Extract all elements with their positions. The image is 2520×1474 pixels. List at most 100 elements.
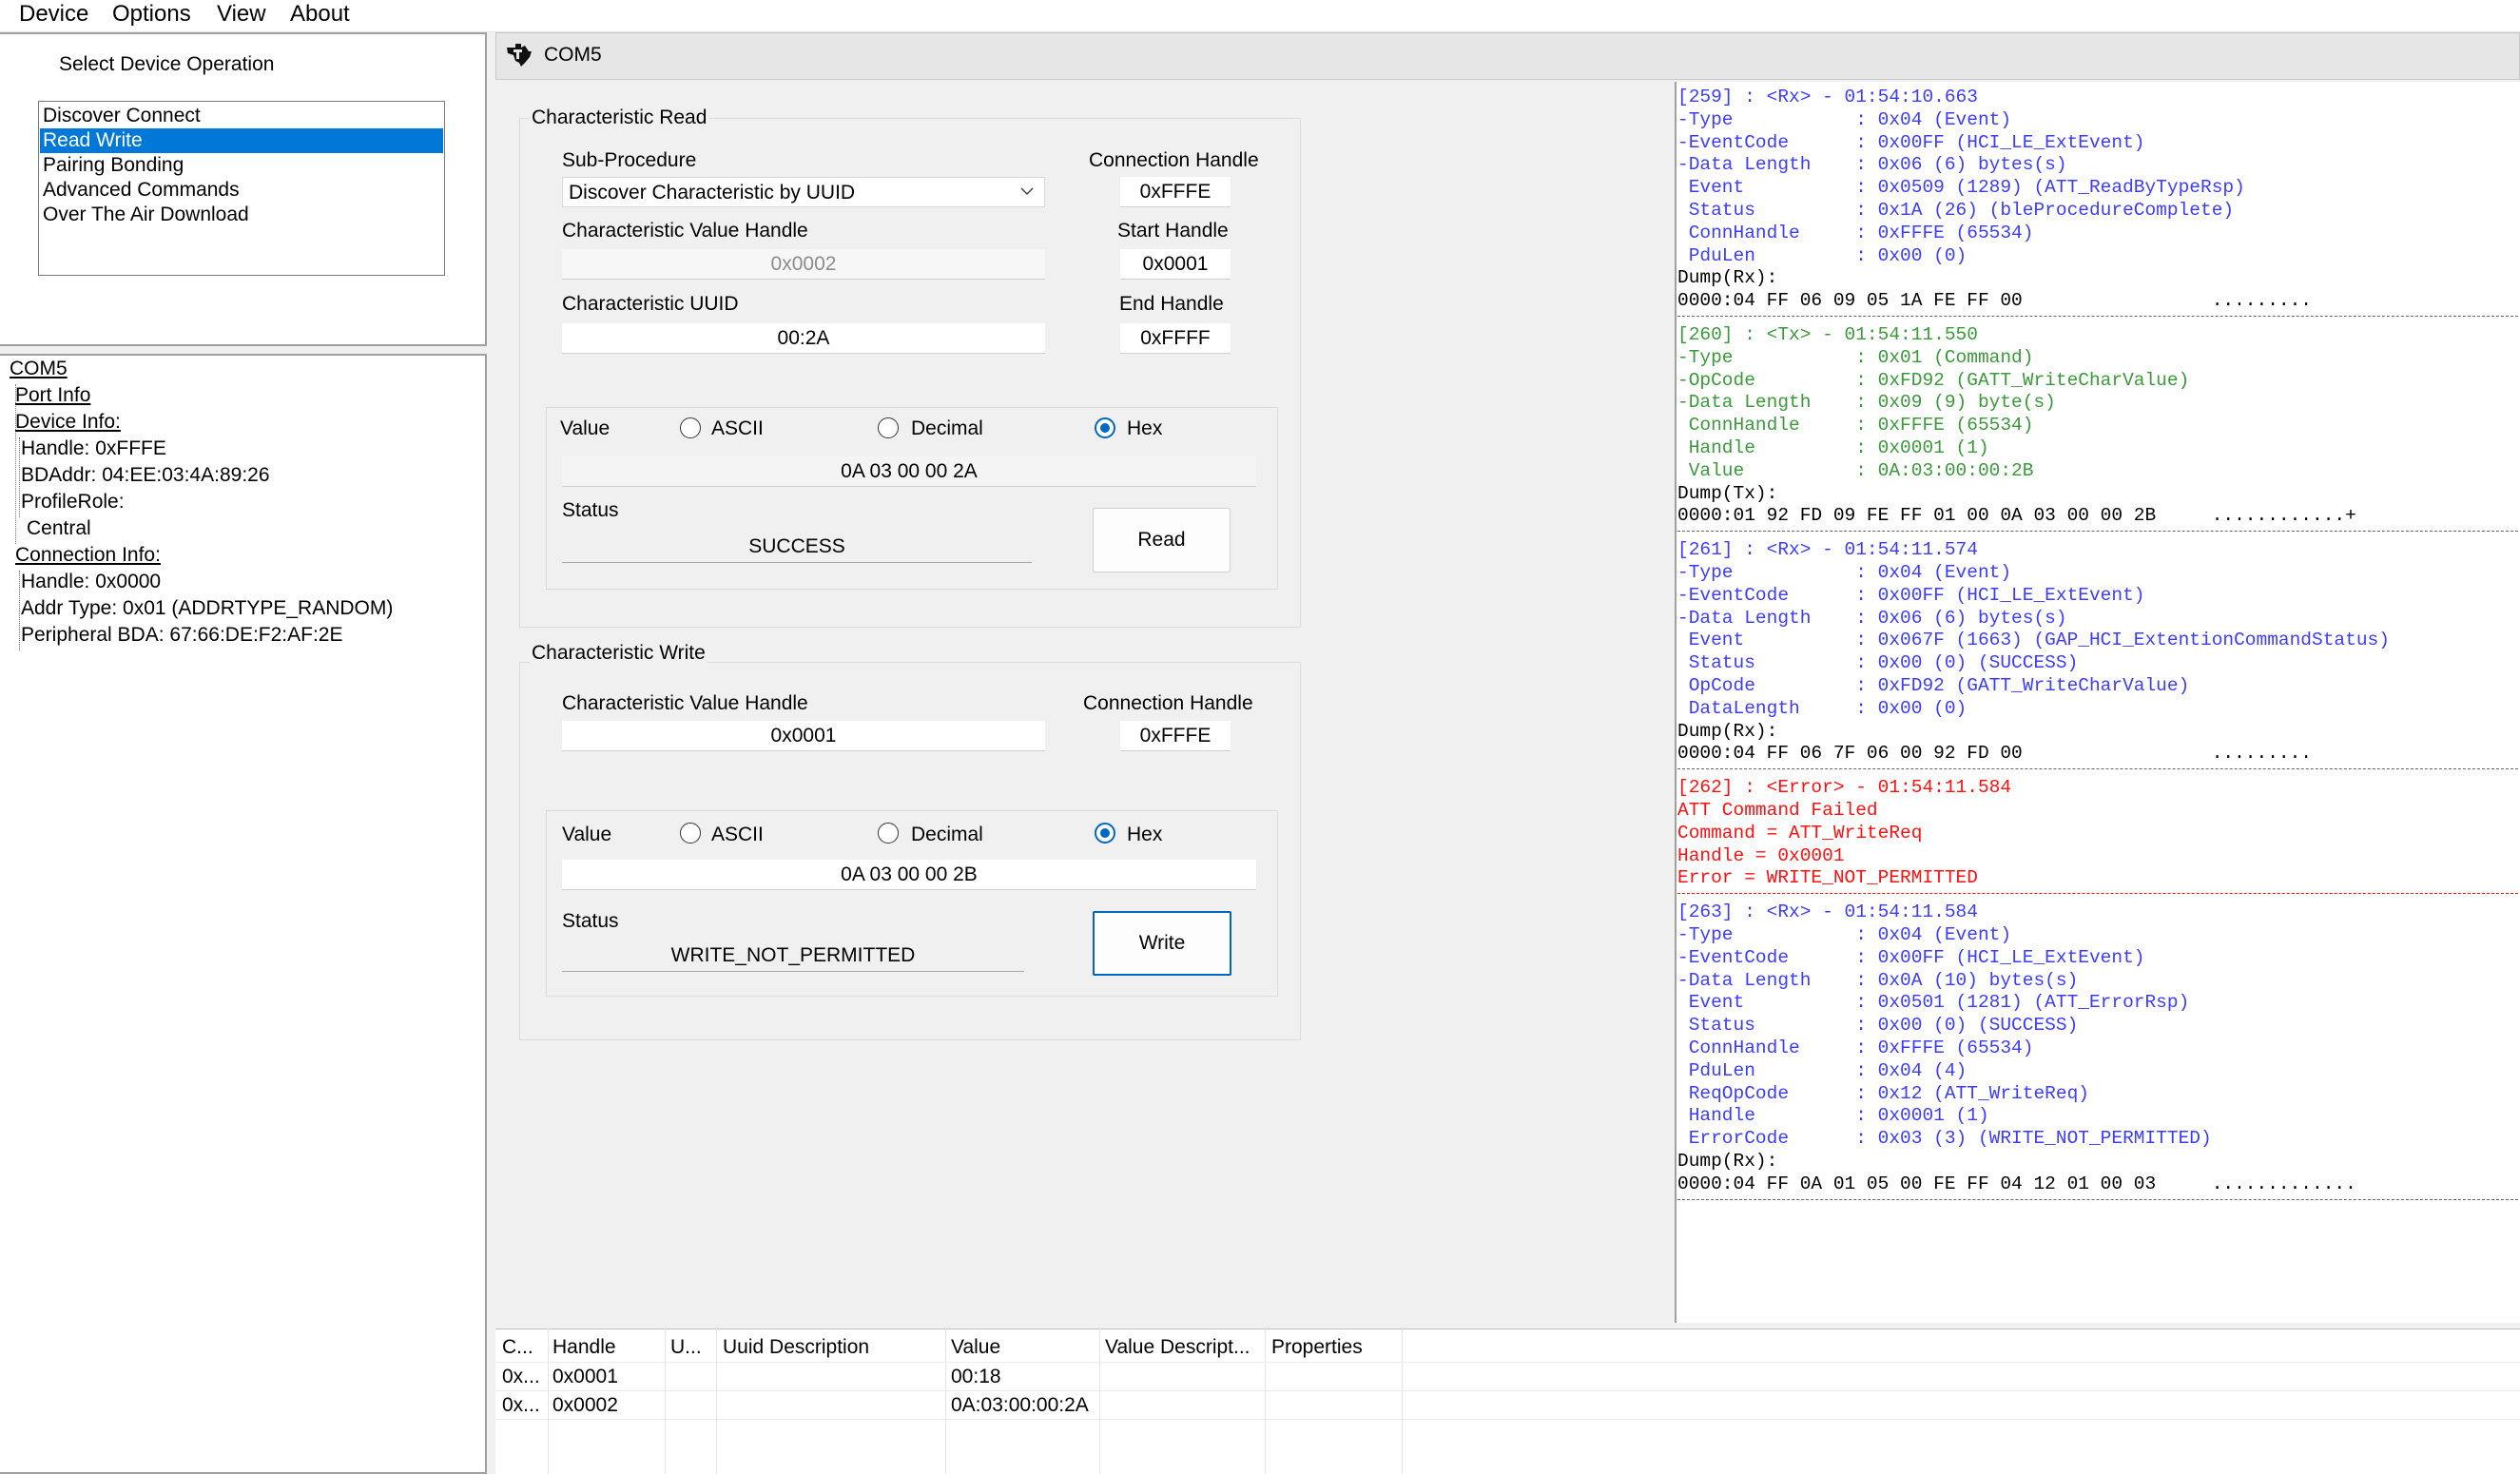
read-value-handle-label: Characteristic Value Handle [562,220,808,242]
operation-item-ota-download[interactable]: Over The Air Download [40,203,443,227]
log-line: -Data Length : 0x0A (10) bytes(s) [1677,969,2079,991]
log-line: Status : 0x1A (26) (bleProcedureComplete… [1677,200,2235,221]
read-radio-ascii-label: ASCII [711,417,764,439]
read-value-label: Value [560,417,611,439]
read-connection-handle-label: Connection Handle [1089,149,1259,171]
log-line: -Type : 0x04 (Event) [1677,562,2012,583]
table-cell-value[interactable]: 0A:03:00:00:2A [951,1394,1089,1417]
chevron-down-icon[interactable] [1020,186,1034,196]
write-value-label: Value [562,824,612,845]
log-line: [260] : <Tx> - 01:54:11.550 [1677,324,1978,345]
column-header-c[interactable]: C... [502,1336,533,1359]
log-separator [1677,893,2518,895]
read-value-data[interactable]: 0A 03 00 00 2A [562,456,1256,487]
write-value-data[interactable]: 0A 03 00 00 2B [562,860,1256,890]
column-header-u[interactable]: U... [670,1336,702,1359]
end-handle-label: End Handle [1119,293,1224,315]
read-connection-handle-input[interactable]: 0xFFFE [1120,177,1231,207]
write-connection-handle-input[interactable]: 0xFFFE [1120,721,1231,751]
log-line: OpCode : 0xFD92 (GATT_WriteCharValue) [1677,675,2190,696]
log-line: ErrorCode : 0x03 (3) (WRITE_NOT_PERMITTE… [1677,1128,2212,1150]
menu-device[interactable]: Device [19,0,88,29]
write-button[interactable]: Write [1093,911,1231,976]
operation-list[interactable]: Discover Connect Read Write Pairing Bond… [38,101,445,276]
log-line: -EventCode : 0x00FF (HCI_LE_ExtEvent) [1677,946,2145,968]
characteristic-read-title: Characteristic Read [530,107,709,129]
write-status-label: Status [562,910,619,932]
table-cell-connection[interactable]: 0x... [502,1394,540,1417]
read-button[interactable]: Read [1093,508,1231,572]
operation-item-advanced-commands[interactable]: Advanced Commands [40,178,443,203]
log-line: Dump(Rx): [1677,267,1778,289]
log-line: Event : 0x0509 (1289) (ATT_ReadByTypeRsp… [1677,177,2245,199]
write-value-handle-input[interactable]: 0x0001 [562,721,1045,751]
table-cell-value[interactable]: 00:18 [951,1366,1001,1388]
operation-item-pairing-bonding[interactable]: Pairing Bonding [40,153,443,178]
characteristic-uuid-label: Characteristic UUID [562,293,739,315]
write-radio-hex[interactable] [1095,823,1115,844]
log-line: [261] : <Rx> - 01:54:11.574 [1677,539,1978,561]
log-line: -Data Length : 0x09 (9) byte(s) [1677,392,2056,414]
row-divider [495,1390,2520,1391]
tab-header [495,32,2520,80]
operation-item-discover-connect[interactable]: Discover Connect [40,104,443,128]
write-radio-ascii-label: ASCII [711,824,764,845]
menu-bar: Device Options View About [0,0,2520,32]
column-header-properties[interactable]: Properties [1271,1336,1363,1359]
tree-item-addr-type: Addr Type: 0x01 (ADDRTYPE_RANDOM) [21,597,394,619]
characteristic-write-title: Characteristic Write [530,642,708,665]
log-line: 0000:04 FF 06 09 05 1A FE FF 00 ........… [1677,290,2313,312]
log-line: -Data Length : 0x06 (6) bytes(s) [1677,154,2067,176]
ti-logo-icon [507,44,532,67]
write-connection-handle-label: Connection Handle [1083,692,1253,714]
tree-node-port-info[interactable]: Port Info [15,382,90,409]
sub-procedure-select[interactable]: Discover Characteristic by UUID [562,177,1045,207]
log-line: Dump(Rx): [1677,1151,1778,1172]
column-header-value[interactable]: Value [951,1336,1000,1359]
log-line: -Type : 0x01 (Command) [1677,346,2034,368]
log-line: ConnHandle : 0xFFFE (65534) [1677,222,2034,243]
tree-item-role: Central [27,517,91,539]
write-status-value: WRITE_NOT_PERMITTED [562,941,1024,972]
menu-options[interactable]: Options [112,0,191,29]
operation-item-read-write[interactable]: Read Write [40,128,443,153]
tree-node-connection-info[interactable]: Connection Info: [15,542,161,569]
column-divider [548,1329,549,1474]
log-line: ConnHandle : 0xFFFE (65534) [1677,415,2034,436]
log-line: Status : 0x00 (0) (SUCCESS) [1677,652,2079,674]
read-radio-ascii[interactable] [680,417,701,438]
read-radio-decimal-label: Decimal [911,417,983,439]
read-radio-hex-label: Hex [1127,417,1163,439]
tree-node-device-info[interactable]: Device Info: [15,409,121,436]
read-radio-decimal[interactable] [878,417,899,438]
start-handle-input[interactable]: 0x0001 [1120,249,1231,280]
column-divider [1402,1329,1403,1474]
write-radio-decimal[interactable] [878,823,899,844]
end-handle-input[interactable]: 0xFFFF [1120,323,1231,354]
column-header-uuid-description[interactable]: Uuid Description [723,1336,869,1359]
write-value-handle-label: Characteristic Value Handle [562,692,808,714]
menu-view[interactable]: View [217,0,266,29]
tree-item-peripheral-bda: Peripheral BDA: 67:66:DE:F2:AF:2E [21,624,343,646]
table-cell-handle[interactable]: 0x0001 [552,1366,618,1388]
column-divider [945,1329,946,1474]
table-cell-handle[interactable]: 0x0002 [552,1394,618,1417]
log-line: ReqOpCode : 0x12 (ATT_WriteReq) [1677,1082,2089,1104]
log-line: [263] : <Rx> - 01:54:11.584 [1677,902,1978,923]
read-value-handle-input: 0x0002 [562,249,1045,280]
tab-title[interactable]: COM5 [544,44,602,67]
column-header-handle[interactable]: Handle [552,1336,616,1359]
characteristic-uuid-input[interactable]: 00:2A [562,323,1045,354]
table-cell-connection[interactable]: 0x... [502,1366,540,1388]
log-separator [1677,316,2518,317]
log-line: 0000:04 FF 06 7F 06 00 92 FD 00 ........… [1677,743,2313,765]
write-radio-ascii[interactable] [680,823,701,844]
menu-about[interactable]: About [290,0,350,29]
log-line: -OpCode : 0xFD92 (GATT_WriteCharValue) [1677,369,2190,391]
log-separator [1677,1198,2518,1200]
log-line: Value : 0A:03:00:00:2B [1677,459,2034,481]
column-header-value-description[interactable]: Value Descript... [1105,1336,1250,1359]
read-radio-hex[interactable] [1095,417,1115,438]
log-line: Status : 0x00 (0) (SUCCESS) [1677,1015,2079,1037]
tree-node-com5[interactable]: COM5 [10,356,68,382]
